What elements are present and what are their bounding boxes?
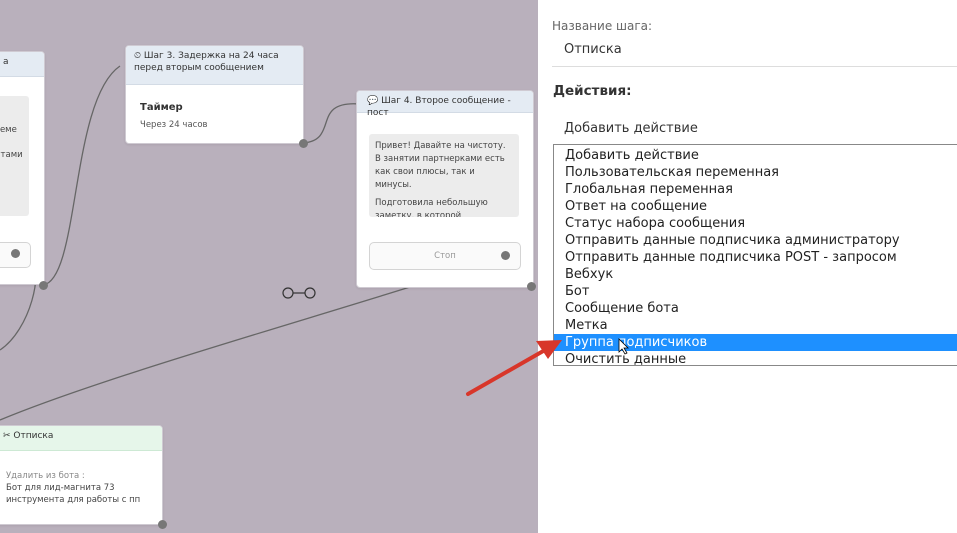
timer-step-card[interactable]: ⏲ Шаг 3. Задержка на 24 часа перед вторы… (125, 45, 304, 144)
pending-link-start (282, 287, 294, 299)
output-port[interactable] (39, 281, 48, 290)
message-icon: 💬 (367, 96, 379, 106)
stop-button[interactable]: Стоп (369, 242, 521, 270)
dropdown-option[interactable]: Статус набора сообщения (554, 215, 957, 232)
action-select[interactable]: Добавить действие (564, 121, 698, 136)
timer-card-title: Таймер (140, 102, 183, 113)
dropdown-option[interactable]: Ответ на сообщение (554, 198, 957, 215)
card-body: теме нтами (0, 96, 29, 216)
unsub-line1: Удалить из бота : (6, 471, 85, 481)
flow-canvas[interactable]: а теме нтами ⏲ Шаг 3. Задержка на 24 час… (0, 0, 538, 533)
wire-card1-timer (42, 65, 121, 286)
output-port[interactable] (299, 139, 308, 148)
unsubscribe-step-card[interactable]: ✂ Отписка Удалить из бота : Бот для лид-… (0, 425, 163, 525)
unsub-card-header: Отписка (13, 431, 54, 441)
dropdown-option[interactable]: Пользовательская переменная (554, 164, 957, 181)
dropdown-option[interactable]: Вебхук (554, 266, 957, 283)
timer-card-header: Шаг 3. Задержка на 24 часа перед вторым … (134, 51, 279, 73)
message-text-p2: Подготовила небольшую заметку, в которой… (375, 198, 488, 217)
actions-heading: Действия: (553, 83, 632, 99)
output-port[interactable] (158, 520, 167, 529)
card-header: 💬 Шаг 4. Второе сообщение - пост (357, 91, 533, 118)
scissors-icon: ✂ (3, 431, 11, 441)
wire-timer-message (302, 103, 361, 144)
message-text-p1: Привет! Давайте на чистоту. В занятии па… (375, 141, 506, 190)
message-preview: Привет! Давайте на чистоту. В занятии па… (369, 134, 519, 217)
dropdown-option[interactable]: Отправить данные подписчика администрато… (554, 232, 957, 249)
step-name-label: Название шага: (552, 19, 653, 33)
flow-card-partial[interactable]: а теме нтами (0, 51, 45, 285)
dropdown-option[interactable]: Метка (554, 317, 957, 334)
message-card-header: Шаг 4. Второе сообщение - пост (367, 96, 511, 118)
timer-card-subtitle: Через 24 часов (140, 120, 208, 130)
card-header: а (0, 52, 44, 77)
clock-icon: ⏲ (134, 51, 142, 61)
dropdown-option[interactable]: Группа подписчиков (554, 334, 957, 351)
dropdown-option[interactable]: Добавить действие (554, 147, 957, 164)
pending-link-end (304, 287, 316, 299)
output-port[interactable] (11, 249, 20, 258)
dropdown-option[interactable]: Сообщение бота (554, 300, 957, 317)
output-port[interactable] (501, 251, 510, 260)
card-text-line: нтами (0, 150, 23, 160)
dropdown-option[interactable]: Отправить данные подписчика POST - запро… (554, 249, 957, 266)
dropdown-option[interactable]: Бот (554, 283, 957, 300)
message-step-card[interactable]: 💬 Шаг 4. Второе сообщение - пост Привет!… (356, 90, 534, 288)
action-dropdown-list[interactable]: Добавить действие Пользовательская переме… (553, 144, 957, 368)
dropdown-option[interactable]: Глобальная переменная (554, 181, 957, 198)
dropdown-option[interactable]: Очистить данные (554, 351, 957, 368)
step-settings-panel: Название шага: Отписка Действия: Добавит… (538, 0, 957, 533)
output-port[interactable] (527, 282, 536, 291)
unsub-line2: Бот для лид-магнита 73 (6, 483, 115, 493)
card-header: ⏲ Шаг 3. Задержка на 24 часа перед вторы… (126, 46, 303, 85)
step-name-input[interactable]: Отписка (564, 42, 622, 57)
card-header: ✂ Отписка (0, 426, 162, 451)
unsub-line3: инструмента для работы с пп (6, 495, 141, 505)
card-text-line: теме (0, 125, 17, 135)
input-underline (552, 66, 957, 67)
